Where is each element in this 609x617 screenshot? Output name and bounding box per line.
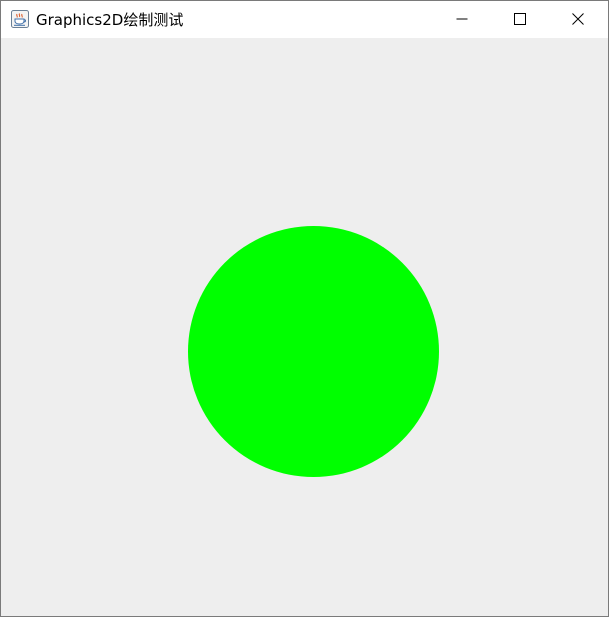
window-title: Graphics2D绘制测试: [36, 11, 184, 29]
minimize-icon: [456, 10, 468, 29]
maximize-button[interactable]: [491, 1, 549, 38]
drawing-canvas: [1, 38, 608, 616]
java-cup-icon[interactable]: [11, 10, 29, 28]
minimize-button[interactable]: [433, 1, 491, 38]
maximize-icon: [514, 10, 526, 29]
close-icon: [572, 10, 584, 29]
close-button[interactable]: [549, 1, 607, 38]
app-window: Graphics2D绘制测试: [0, 0, 609, 617]
title-bar[interactable]: Graphics2D绘制测试: [1, 1, 608, 38]
green-circle: [188, 226, 439, 477]
